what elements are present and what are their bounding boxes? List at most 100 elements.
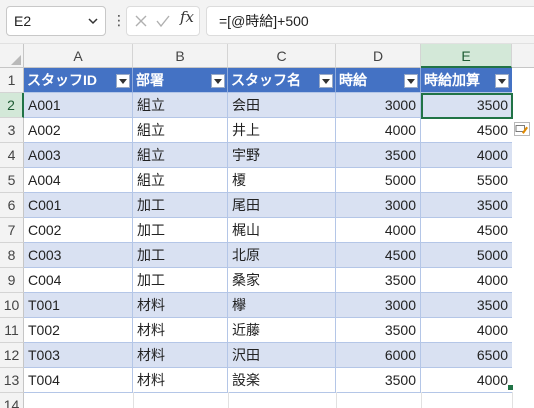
cell-department[interactable]: 材料 [133, 293, 228, 318]
cell-wage-plus[interactable]: 4500 [421, 218, 512, 243]
cell-staff-id[interactable]: C002 [24, 218, 133, 243]
cell-hourly-wage[interactable]: 3500 [336, 318, 421, 343]
cell-staff-name[interactable]: 北原 [228, 243, 336, 268]
row-header[interactable]: 2 [0, 93, 24, 118]
cell-staff-id[interactable]: A003 [24, 143, 133, 168]
cell-staff-name[interactable]: 沢田 [228, 343, 336, 368]
cell-wage-plus[interactable]: 4500 [421, 118, 512, 143]
row-header[interactable]: 12 [0, 343, 24, 368]
row-header[interactable]: 14 [0, 393, 24, 408]
cell-hourly-wage[interactable]: 3500 [336, 368, 421, 393]
cell-staff-name[interactable]: 梶山 [228, 218, 336, 243]
header-label: 時給加算 [424, 72, 480, 88]
column-header-b[interactable]: B [133, 44, 228, 68]
cell-wage-plus[interactable]: 5500 [421, 168, 512, 193]
cell-department[interactable]: 組立 [133, 143, 228, 168]
formula-text: =[@時給]+500 [219, 13, 309, 29]
cell-staff-name[interactable]: 榎 [228, 168, 336, 193]
cell-department[interactable]: 加工 [133, 193, 228, 218]
row-header[interactable]: 6 [0, 193, 24, 218]
cell-staff-name[interactable]: 会田 [228, 93, 336, 118]
filter-dropdown-button[interactable] [495, 74, 509, 88]
cell-staff-id[interactable]: C004 [24, 268, 133, 293]
autofill-options-button[interactable] [514, 122, 530, 136]
cell-staff-name[interactable]: 欅 [228, 293, 336, 318]
cell-wage-plus[interactable]: 4000 [421, 368, 512, 393]
more-options-icon[interactable]: ⋮ [112, 12, 126, 28]
cell-staff-id[interactable]: T002 [24, 318, 133, 343]
filter-dropdown-button[interactable] [404, 74, 418, 88]
cell-department[interactable]: 材料 [133, 343, 228, 368]
cell-staff-name[interactable]: 宇野 [228, 143, 336, 168]
table-resize-handle[interactable] [508, 385, 513, 390]
row-header[interactable]: 13 [0, 368, 24, 393]
select-all-corner[interactable] [0, 44, 24, 68]
column-header-c[interactable]: C [228, 44, 336, 68]
column-header-f[interactable] [512, 44, 534, 68]
column-header-d[interactable]: D [336, 44, 421, 68]
cell-staff-id[interactable]: T001 [24, 293, 133, 318]
cell-department[interactable]: 組立 [133, 168, 228, 193]
cell-staff-id[interactable]: A001 [24, 93, 133, 118]
cell-staff-id[interactable]: C003 [24, 243, 133, 268]
cell-staff-name[interactable]: 井上 [228, 118, 336, 143]
filter-dropdown-button[interactable] [116, 74, 130, 88]
cell-hourly-wage[interactable]: 3500 [336, 268, 421, 293]
enter-icon[interactable] [155, 13, 171, 29]
row-header[interactable]: 8 [0, 243, 24, 268]
cell-wage-plus[interactable]: 6500 [421, 343, 512, 368]
cell-hourly-wage[interactable]: 4000 [336, 218, 421, 243]
table-row: C003 加工 北原 4500 5000 [24, 243, 512, 268]
cell-wage-plus[interactable]: 4000 [421, 143, 512, 168]
cell-hourly-wage[interactable]: 3000 [336, 293, 421, 318]
chevron-down-icon[interactable] [87, 15, 99, 27]
cell-department[interactable]: 組立 [133, 93, 228, 118]
cell-department[interactable]: 加工 [133, 243, 228, 268]
cell-hourly-wage[interactable]: 5000 [336, 168, 421, 193]
cell-staff-name[interactable]: 設楽 [228, 368, 336, 393]
cell-staff-name[interactable]: 尾田 [228, 193, 336, 218]
cell-wage-plus[interactable]: 3500 [421, 293, 512, 318]
formula-input[interactable]: =[@時給]+500 [206, 6, 534, 36]
row-header[interactable]: 11 [0, 318, 24, 343]
cell-staff-id[interactable]: C001 [24, 193, 133, 218]
cell-hourly-wage[interactable]: 4500 [336, 243, 421, 268]
cell-staff-name[interactable]: 近藤 [228, 318, 336, 343]
cell-department[interactable]: 加工 [133, 218, 228, 243]
cell-department[interactable]: 材料 [133, 318, 228, 343]
cell-staff-id[interactable]: T003 [24, 343, 133, 368]
cell-wage-plus[interactable]: 4000 [421, 318, 512, 343]
cell-department[interactable]: 組立 [133, 118, 228, 143]
name-box[interactable]: E2 [6, 6, 106, 36]
row-header[interactable]: 9 [0, 268, 24, 293]
filter-dropdown-button[interactable] [319, 74, 333, 88]
cell-wage-plus[interactable]: 5000 [421, 243, 512, 268]
cell-staff-id[interactable]: T004 [24, 368, 133, 393]
select-all-icon [11, 55, 21, 65]
cancel-icon[interactable] [133, 13, 149, 29]
cell-staff-name[interactable]: 桑家 [228, 268, 336, 293]
cell-wage-plus[interactable]: 4000 [421, 268, 512, 293]
table-row: A002 組立 井上 4000 4500 [24, 118, 512, 143]
active-cell-selection [421, 93, 513, 119]
cell-staff-id[interactable]: A004 [24, 168, 133, 193]
row-header[interactable]: 1 [0, 68, 24, 93]
cell-staff-id[interactable]: A002 [24, 118, 133, 143]
insert-function-button[interactable]: fx [180, 8, 194, 26]
cell-wage-plus[interactable]: 3500 [421, 193, 512, 218]
row-header[interactable]: 3 [0, 118, 24, 143]
cell-hourly-wage[interactable]: 4000 [336, 118, 421, 143]
row-header[interactable]: 7 [0, 218, 24, 243]
filter-dropdown-button[interactable] [211, 74, 225, 88]
cell-hourly-wage[interactable]: 3000 [336, 93, 421, 118]
row-header[interactable]: 4 [0, 143, 24, 168]
cell-department[interactable]: 材料 [133, 368, 228, 393]
column-header-e[interactable]: E [421, 44, 512, 68]
cell-hourly-wage[interactable]: 3000 [336, 193, 421, 218]
cell-hourly-wage[interactable]: 6000 [336, 343, 421, 368]
column-header-a[interactable]: A [24, 44, 133, 68]
cell-department[interactable]: 加工 [133, 268, 228, 293]
row-header[interactable]: 5 [0, 168, 24, 193]
cell-hourly-wage[interactable]: 3500 [336, 143, 421, 168]
row-header[interactable]: 10 [0, 293, 24, 318]
